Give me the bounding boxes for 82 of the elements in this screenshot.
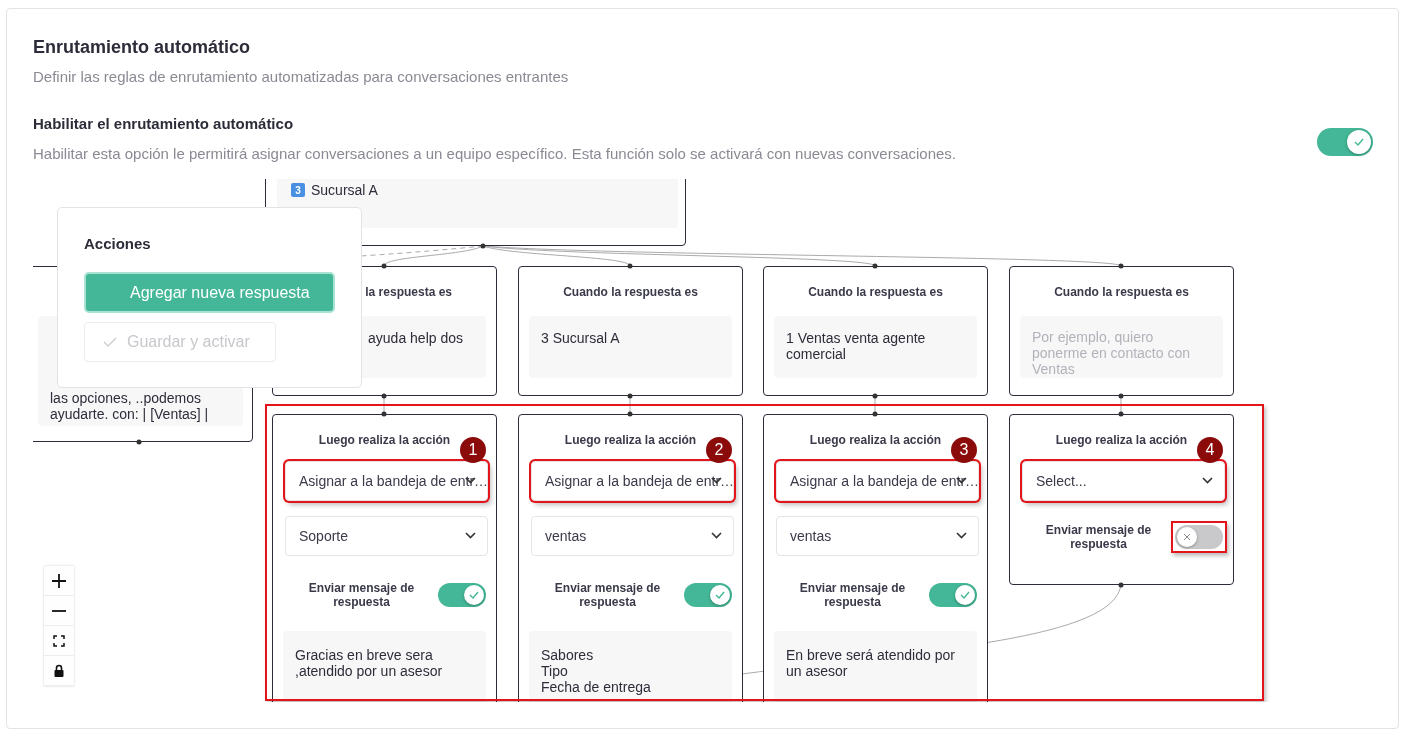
connection-handle[interactable] <box>627 263 633 269</box>
reply-message-field[interactable]: Sabores Tipo Fecha de entrega <box>529 631 732 702</box>
inbox-dropdown[interactable]: Soporte <box>285 516 488 556</box>
node-heading: Cuando la respuesta es <box>562 285 699 299</box>
connector-line <box>874 395 876 415</box>
connection-handle[interactable] <box>381 263 387 269</box>
action-dropdown[interactable]: Select... <box>1022 461 1225 501</box>
popup-title: Acciones <box>84 235 152 253</box>
inbox-dropdown[interactable]: ventas <box>531 516 734 556</box>
action-dropdown[interactable]: Asignar a la bandeja de entr… <box>531 461 734 501</box>
zoom-out-icon[interactable] <box>44 596 74 626</box>
connection-handle[interactable] <box>381 411 387 417</box>
fit-view-icon[interactable] <box>44 626 74 656</box>
connector-line <box>1120 395 1122 415</box>
annotation-number: 2 <box>706 437 732 463</box>
reply-label: Enviar mensaje de respuesta <box>307 581 416 609</box>
connection-handle[interactable] <box>1118 393 1124 399</box>
action-dropdown[interactable]: Asignar a la bandeja de entr… <box>776 461 979 501</box>
connection-handle[interactable] <box>872 393 878 399</box>
node-heading: Luego realiza la acción <box>317 433 452 447</box>
node-heading: Luego realiza la acción <box>1054 433 1189 447</box>
number-badge: 3 <box>291 183 305 197</box>
connector-line <box>629 395 631 415</box>
node-heading: Luego realiza la acción <box>563 433 698 447</box>
setting-description: Habilitar esta opción le permitirá asignar conversaciones a un equipo específico. Esta función solo se activará con nuevas conversaciones. <box>33 144 956 164</box>
toggle-switch[interactable] <box>438 583 486 607</box>
answer-field[interactable]: 3 Sucursal A <box>529 316 732 378</box>
connection-handle[interactable] <box>1118 263 1124 269</box>
connection-handle[interactable] <box>1118 411 1124 417</box>
chevron-down-icon <box>465 532 476 539</box>
chevron-down-icon <box>711 477 722 484</box>
connection-handle[interactable] <box>136 439 142 445</box>
check-icon <box>1354 138 1364 146</box>
message-text: las opciones, ..podemos ayudarte. con: | [Ventas] | <box>50 390 210 422</box>
node-heading: Cuando la respuesta es <box>807 285 944 299</box>
page-title: Enrutamiento automático <box>33 36 252 58</box>
reply-label: Enviar mensaje de respuesta <box>798 581 907 609</box>
annotation-number: 1 <box>460 437 486 463</box>
page-subtitle: Definir las reglas de enrutamiento automatizadas para conversaciones entrantes <box>33 67 570 87</box>
node-heading: Cuando la respuesta es <box>1053 285 1190 299</box>
option-label: Sucursal A <box>311 182 378 198</box>
toggle-switch[interactable] <box>684 583 732 607</box>
close-icon <box>1183 533 1191 541</box>
connection-handle[interactable] <box>627 393 633 399</box>
reply-label: Enviar mensaje de respuesta <box>553 581 662 609</box>
check-icon <box>469 591 479 599</box>
answer-field[interactable]: 1 Ventas venta agente comercial <box>774 316 977 378</box>
node-heading: Luego realiza la acción <box>808 433 943 447</box>
connector-line <box>383 395 385 415</box>
annotation-number: 4 <box>1197 437 1223 463</box>
check-icon <box>960 591 970 599</box>
chevron-down-icon <box>711 532 722 539</box>
connection-handle[interactable] <box>480 243 486 249</box>
lock-icon[interactable] <box>44 656 74 686</box>
connection-handle[interactable] <box>627 411 633 417</box>
toggle-switch[interactable] <box>929 583 977 607</box>
condition-node[interactable]: Cuando la respuesta es Por ejemplo, quiero ponerme en contacto con Ventas <box>1009 266 1234 396</box>
inbox-dropdown[interactable]: ventas <box>776 516 979 556</box>
condition-node[interactable]: Cuando la respuesta es 3 Sucursal A <box>518 266 743 396</box>
chevron-down-icon <box>465 477 476 484</box>
reply-label: Enviar mensaje de respuesta <box>1044 523 1153 551</box>
zoom-in-icon[interactable] <box>44 566 74 596</box>
connection-handle[interactable] <box>872 263 878 269</box>
action-node[interactable]: Luego realiza la acción 1 Asignar a la bandeja de entr… Soporte Enviar mensaje de respuesta Gracias en breve sera ,atendido por un asesor <box>272 414 497 702</box>
condition-node[interactable]: Cuando la respuesta es 1 Ventas venta agente comercial <box>763 266 988 396</box>
check-icon <box>103 337 117 347</box>
connection-handle[interactable] <box>872 411 878 417</box>
action-node[interactable]: Luego realiza la acción 2 Asignar a la bandeja de entr… ventas Enviar mensaje de respuesta Sabores Tipo Fecha de entrega <box>518 414 743 702</box>
chevron-down-icon <box>1202 477 1213 484</box>
chevron-down-icon <box>956 532 967 539</box>
action-dropdown[interactable]: Asignar a la bandeja de entr… <box>285 461 488 501</box>
setting-label: Habilitar el enrutamiento automático <box>33 114 295 134</box>
reply-message-field[interactable]: En breve será atendido por un asesor <box>774 631 977 702</box>
annotation-number: 3 <box>951 437 977 463</box>
reply-message-field[interactable]: Gracias en breve sera ,atendido por un asesor <box>283 631 486 702</box>
action-node[interactable]: Luego realiza la acción 4 Select... Enviar mensaje de respuesta <box>1009 414 1234 585</box>
action-node[interactable]: Luego realiza la acción 3 Asignar a la bandeja de entr… ventas Enviar mensaje de respuesta En breve será atendido por un asesor <box>763 414 988 702</box>
connection-handle[interactable] <box>381 393 387 399</box>
check-icon <box>715 591 725 599</box>
connection-handle[interactable] <box>1118 582 1124 588</box>
toggle-switch[interactable] <box>1317 128 1373 156</box>
chevron-down-icon <box>956 477 967 484</box>
